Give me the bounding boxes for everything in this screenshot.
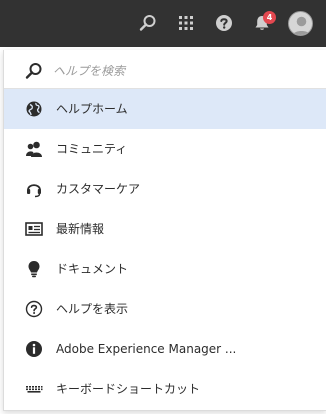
shell-header: 4 [0, 0, 326, 47]
users-icon [25, 140, 43, 158]
help-search-row [4, 52, 326, 88]
user-avatar-icon [287, 10, 313, 36]
question-circle-icon [25, 300, 43, 318]
notification-count-badge: 4 [263, 11, 276, 24]
search-icon [139, 15, 156, 31]
user-profile-button[interactable] [285, 8, 315, 38]
menu-item-label: 最新情報 [56, 222, 105, 236]
help-menu-item-show-help[interactable]: ヘルプを表示 [4, 289, 326, 329]
apps-grid-icon [179, 16, 193, 30]
menu-item-label: ドキュメント [56, 262, 129, 276]
help-icon [216, 15, 232, 31]
menu-item-label: キーボードショートカット [56, 382, 201, 396]
help-button[interactable] [209, 8, 239, 38]
search-icon [25, 62, 43, 80]
menu-item-label: Adobe Experience Manager ... [56, 342, 237, 356]
help-menu: ヘルプホーム コミュニティ カスタマーケア 最新情報 ドキュメント ヘルプを表示… [4, 89, 326, 409]
help-menu-item-help-home[interactable]: ヘルプホーム [4, 89, 326, 129]
globe-icon [25, 100, 43, 118]
help-menu-item-keyboard-shortcuts[interactable]: キーボードショートカット [4, 369, 326, 409]
header-search-button[interactable] [133, 8, 163, 38]
help-search-input[interactable] [53, 59, 313, 83]
menu-item-label: カスタマーケア [56, 182, 141, 196]
solutions-switcher-button[interactable] [171, 8, 201, 38]
help-menu-item-documentation[interactable]: ドキュメント [4, 249, 326, 289]
help-menu-item-whats-new[interactable]: 最新情報 [4, 209, 326, 249]
help-menu-item-community[interactable]: コミュニティ [4, 129, 326, 169]
lightbulb-icon [25, 260, 43, 278]
menu-item-label: ヘルプを表示 [56, 302, 129, 316]
notifications-button[interactable]: 4 [247, 8, 277, 38]
info-icon [25, 340, 43, 358]
menu-item-label: ヘルプホーム [56, 102, 128, 116]
news-icon [25, 220, 43, 238]
headset-icon [25, 180, 43, 198]
help-menu-item-customer-care[interactable]: カスタマーケア [4, 169, 326, 209]
keyboard-icon [25, 380, 43, 398]
help-menu-item-about-aem[interactable]: Adobe Experience Manager ... [4, 329, 326, 369]
menu-item-label: コミュニティ [56, 142, 128, 156]
help-popover: ヘルプホーム コミュニティ [3, 50, 326, 411]
